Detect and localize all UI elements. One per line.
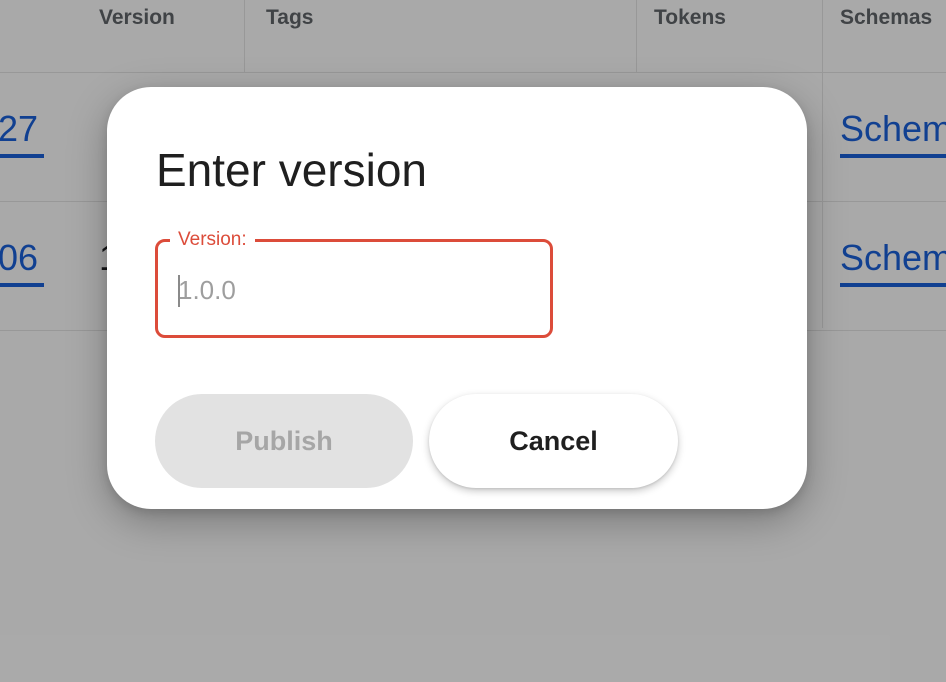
enter-version-dialog: Enter version Version: Publish Cancel (107, 87, 807, 509)
dialog-title: Enter version (156, 144, 428, 196)
version-input[interactable] (178, 270, 528, 310)
publish-button[interactable]: Publish (155, 394, 413, 488)
cancel-button[interactable]: Cancel (429, 394, 678, 488)
version-field[interactable]: Version: (155, 228, 553, 338)
version-field-label: Version: (170, 228, 255, 252)
